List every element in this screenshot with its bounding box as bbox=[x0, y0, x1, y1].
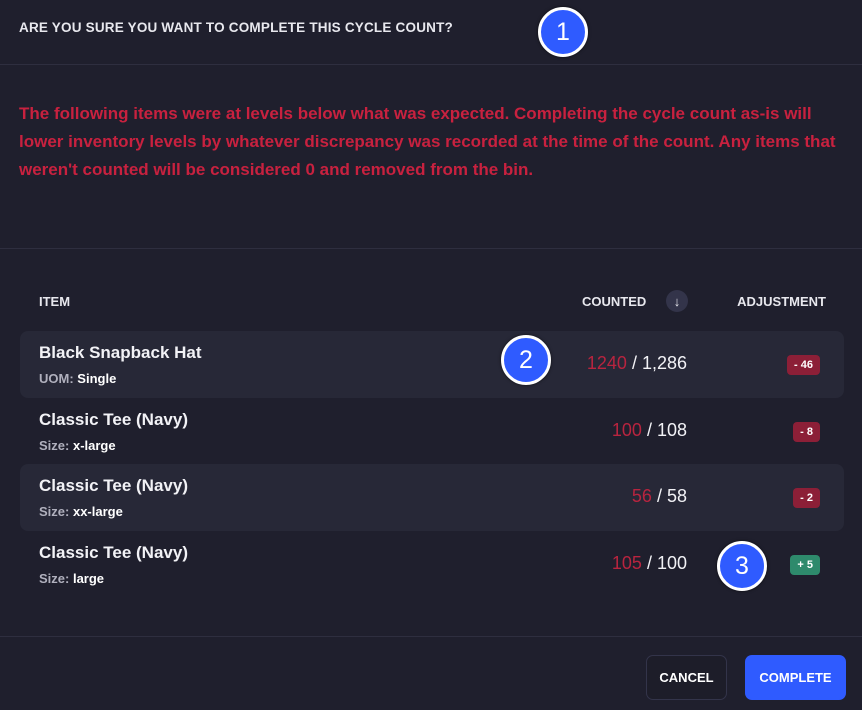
count-value: 105 / 100 bbox=[612, 553, 687, 574]
counted-quantity: 56 bbox=[631, 486, 652, 506]
item-name: Classic Tee (Navy) bbox=[39, 542, 188, 562]
adjustment-badge: + 5 bbox=[790, 554, 820, 575]
column-counted[interactable]: COUNTED bbox=[582, 294, 646, 309]
item-attribute: Size: xx-large bbox=[39, 504, 123, 519]
adjustment-badge: - 2 bbox=[793, 488, 820, 508]
complete-button[interactable]: COMPLETE bbox=[745, 655, 846, 700]
adjustment-badge: - 46 bbox=[787, 355, 820, 375]
annotation-marker-1: 1 bbox=[538, 7, 588, 57]
expected-quantity: / 1,286 bbox=[631, 353, 687, 373]
attribute-value: Single bbox=[77, 371, 117, 386]
count-value: 1240 / 1,286 bbox=[587, 353, 687, 374]
table-header: ITEM COUNTED ↓ ADJUSTMENT bbox=[20, 286, 844, 319]
item-attribute: UOM: Single bbox=[39, 371, 116, 386]
counted-quantity: 105 bbox=[611, 552, 642, 573]
count-value: 100 / 108 bbox=[612, 420, 687, 441]
item-attribute: Size: large bbox=[39, 571, 104, 586]
item-name: Black Snapback Hat bbox=[39, 343, 202, 362]
arrow-down-icon[interactable]: ↓ bbox=[666, 290, 688, 312]
items-table: ITEM COUNTED ↓ ADJUSTMENT Black Snapback… bbox=[20, 286, 844, 597]
attribute-label: Size: bbox=[39, 570, 70, 586]
expected-quantity: / 100 bbox=[646, 552, 687, 573]
table-row: Classic Tee (Navy) Size: x-large 100 / 1… bbox=[20, 398, 844, 465]
annotation-marker-2: 2 bbox=[501, 335, 551, 385]
cancel-button[interactable]: CANCEL bbox=[646, 655, 727, 700]
expected-quantity: / 58 bbox=[656, 486, 687, 506]
warning-section: The following items were at levels below… bbox=[0, 65, 862, 249]
item-attribute: Size: x-large bbox=[39, 438, 116, 453]
column-item: ITEM bbox=[39, 294, 71, 309]
attribute-value: x-large bbox=[72, 437, 116, 453]
dialog-footer: CANCEL COMPLETE bbox=[0, 636, 862, 710]
item-name: Classic Tee (Navy) bbox=[39, 476, 188, 495]
counted-quantity: 100 bbox=[611, 419, 642, 440]
adjustment-badge: - 8 bbox=[793, 421, 820, 442]
item-name: Classic Tee (Navy) bbox=[39, 409, 188, 429]
counted-quantity: 1240 bbox=[586, 353, 627, 373]
warning-message: The following items were at levels below… bbox=[19, 104, 836, 179]
attribute-label: Size: bbox=[39, 504, 70, 519]
dialog-header: ARE YOU SURE YOU WANT TO COMPLETE THIS C… bbox=[0, 0, 862, 65]
column-adjustment: ADJUSTMENT bbox=[737, 294, 826, 309]
expected-quantity: / 108 bbox=[646, 419, 687, 440]
attribute-value: large bbox=[72, 570, 105, 586]
attribute-value: xx-large bbox=[72, 504, 123, 519]
attribute-label: Size: bbox=[39, 437, 70, 453]
annotation-marker-3: 3 bbox=[717, 541, 767, 591]
dialog-title: ARE YOU SURE YOU WANT TO COMPLETE THIS C… bbox=[19, 20, 453, 35]
table-row: Classic Tee (Navy) Size: xx-large 56 / 5… bbox=[20, 464, 844, 531]
table-row: Black Snapback Hat UOM: Single 1240 / 1,… bbox=[20, 331, 844, 398]
attribute-label: UOM: bbox=[39, 371, 74, 386]
count-value: 56 / 58 bbox=[632, 486, 687, 507]
